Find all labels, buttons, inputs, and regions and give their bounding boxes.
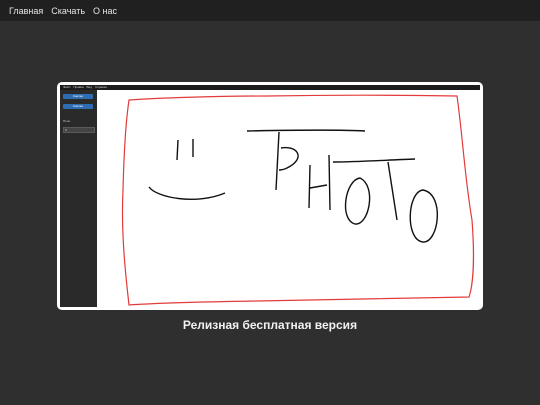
red-frame-stroke — [121, 94, 475, 306]
smiley-mouth — [148, 186, 226, 200]
letter-t2-bar — [332, 158, 416, 163]
letter-n — [308, 154, 331, 211]
app-sidebar-button-2: Кнопка — [63, 104, 93, 109]
top-navbar: Главная Скачать О нас — [0, 0, 540, 21]
letter-r — [278, 146, 299, 171]
nav-link-about[interactable]: О нас — [93, 6, 117, 16]
nav-link-download[interactable]: Скачать — [51, 6, 85, 16]
app-sidebar-label: Поле — [63, 119, 71, 123]
letter-t-stem — [275, 131, 280, 191]
drawing-canvas — [97, 90, 480, 307]
letter-o-2 — [409, 189, 438, 243]
letter-t-bar — [246, 129, 366, 132]
letter-o-1 — [344, 177, 371, 225]
app-sidebar-input: 0 — [63, 127, 95, 133]
app-screenshot-preview: Файл Правка Вид Справка Кнопка Кнопка По… — [57, 82, 483, 310]
nav-link-home[interactable]: Главная — [9, 6, 43, 16]
drawing-svg — [121, 94, 475, 306]
app-sidebar-input-value: 0 — [65, 128, 67, 132]
app-sidebar: Кнопка Кнопка Поле 0 — [60, 90, 97, 307]
smiley-eye-left — [176, 139, 179, 161]
letter-t2-stem — [387, 161, 398, 221]
app-sidebar-button-1: Кнопка — [63, 94, 93, 99]
caption-release-version: Релизная бесплатная версия — [182, 318, 358, 332]
